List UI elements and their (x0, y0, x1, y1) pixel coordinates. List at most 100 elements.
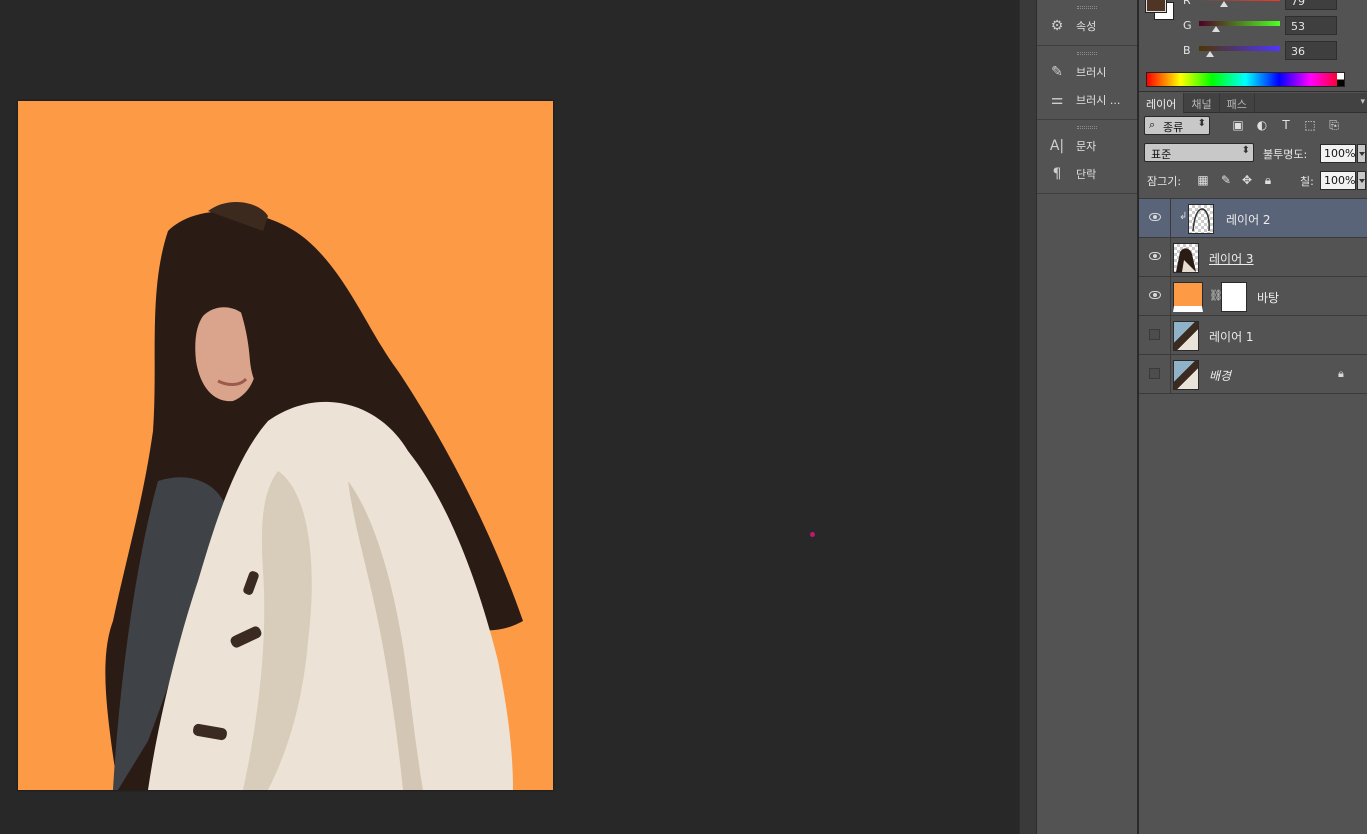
blend-row: 표준 불투명도: 100% (1144, 143, 1367, 165)
color-panel: R 79 G 53 B 36 (1139, 0, 1367, 92)
layer-thumbnail[interactable] (1173, 243, 1199, 273)
dock-item-label: 단락 (1076, 168, 1097, 181)
layer-thumbnail[interactable] (1173, 360, 1199, 390)
hair-outline-icon (1192, 208, 1210, 232)
opacity-field[interactable]: 100% (1320, 144, 1356, 163)
lock-image-icon[interactable]: ✎ (1219, 173, 1233, 187)
brush-icon: ✎ (1051, 64, 1063, 80)
color-row-r: R 79 (1183, 0, 1367, 11)
dock-item-label: 문자 (1076, 140, 1097, 153)
fill-layer-thumbnail[interactable] (1173, 282, 1203, 312)
dock-group-properties: ⚙ 속성 (1037, 0, 1137, 46)
filter-shape-icon[interactable]: ⬚ (1303, 118, 1317, 132)
r-value-field[interactable]: 79 (1285, 0, 1337, 10)
dock-grip[interactable] (1077, 126, 1097, 129)
layer-row[interactable]: 레이어 3 (1139, 238, 1367, 277)
lock-label: 잠그기: (1147, 175, 1182, 188)
fill-field[interactable]: 100% (1320, 171, 1356, 190)
layer-mask-thumbnail[interactable] (1221, 282, 1247, 312)
layer-thumbnail[interactable] (1188, 204, 1214, 234)
b-value-field[interactable]: 36 (1285, 41, 1337, 60)
dock-grip[interactable] (1077, 52, 1097, 55)
layer-row[interactable]: ↲ 레이어 2 (1139, 199, 1367, 238)
r-slider-knob[interactable] (1220, 1, 1228, 7)
color-row-g: G 53 (1183, 16, 1367, 36)
document-canvas[interactable] (18, 101, 553, 790)
dock-item-paragraph[interactable]: ¶ 단락 (1037, 160, 1137, 188)
eye-icon (1149, 252, 1161, 260)
panel-menu-icon[interactable]: ▾ (1360, 97, 1365, 107)
filter-kind-value: 종류 (1163, 121, 1184, 134)
filter-kind-select[interactable]: ⌕ 종류 (1144, 116, 1210, 135)
clipping-mask-icon: ↲ (1179, 211, 1188, 222)
fill-dropdown-button[interactable] (1357, 171, 1366, 190)
tab-layers[interactable]: 레이어 (1139, 93, 1185, 113)
filter-smart-object-icon[interactable]: ⎘ (1327, 118, 1341, 132)
foreground-color-swatch[interactable] (1145, 0, 1167, 13)
lock-transparent-icon[interactable]: ▦ (1196, 173, 1210, 187)
layer-row[interactable]: 배경 🔒︎ (1139, 355, 1367, 394)
brush-presets-icon: ⚌ (1050, 92, 1064, 108)
dock-item-character[interactable]: A| 문자 (1037, 132, 1137, 160)
visibility-toggle[interactable] (1139, 238, 1171, 276)
lock-all-icon[interactable]: 🔒︎ (1261, 173, 1275, 187)
character-icon: A| (1049, 138, 1065, 154)
g-slider-knob[interactable] (1212, 26, 1220, 32)
layer-row[interactable]: 레이어 1 (1139, 316, 1367, 355)
opacity-dropdown-button[interactable] (1357, 144, 1366, 163)
canvas-area[interactable] (0, 0, 1019, 834)
lock-position-icon[interactable]: ✥ (1240, 173, 1254, 187)
layer-name[interactable]: 배경 (1209, 367, 1231, 384)
dock-item-label: 브러시 ... (1076, 94, 1121, 107)
layer-row[interactable]: ⛓ 바탕 (1139, 277, 1367, 316)
properties-icon: ⚙ (1050, 18, 1064, 34)
filter-pixel-icon[interactable]: ▣ (1231, 118, 1245, 132)
channel-label: B (1183, 44, 1191, 57)
layer-name[interactable]: 레이어 1 (1209, 328, 1254, 345)
filter-adjustment-icon[interactable]: ◐ (1255, 118, 1269, 132)
b-slider-knob[interactable] (1206, 51, 1214, 57)
tab-channels[interactable]: 채널 (1184, 93, 1220, 113)
r-slider-track[interactable] (1199, 0, 1280, 1)
search-icon: ⌕ (1149, 118, 1156, 131)
layer-thumbnail[interactable] (1173, 321, 1199, 351)
layer-name[interactable]: 바탕 (1257, 289, 1279, 306)
portrait-image (105, 201, 523, 790)
dock-item-brush[interactable]: ✎ 브러시 (1037, 58, 1137, 86)
layer-name[interactable]: 레이어 2 (1226, 211, 1271, 228)
dock-item-label: 브러시 (1076, 66, 1107, 79)
tab-paths[interactable]: 패스 (1220, 93, 1255, 113)
channel-label: G (1183, 19, 1192, 32)
photoshop-window: ⚙ 속성 ✎ 브러시 ⚌ 브러시 ... A| 문자 ¶ 단락 R 79 G 5… (0, 0, 1367, 834)
layer-name[interactable]: 레이어 3 (1209, 250, 1254, 267)
visibility-toggle[interactable] (1139, 199, 1171, 237)
eye-icon (1149, 291, 1161, 299)
color-row-b: B 36 (1183, 41, 1367, 61)
hidden-box-icon (1149, 329, 1160, 340)
paragraph-icon: ¶ (1052, 166, 1062, 182)
layers-panel-tabs: 레이어 채널 패스 ▾ (1139, 93, 1367, 113)
layer-filter-row: ⌕ 종류 ▣ ◐ T ⬚ ⎘ (1144, 116, 1367, 136)
blend-mode-select[interactable]: 표준 (1144, 143, 1254, 162)
dock-grip[interactable] (1077, 6, 1097, 9)
dock-group-brush: ✎ 브러시 ⚌ 브러시 ... (1037, 46, 1137, 120)
layer-lock-icon: 🔒︎ (1338, 367, 1344, 380)
g-value-field[interactable]: 53 (1285, 16, 1337, 35)
eye-icon (1149, 213, 1161, 221)
opacity-label: 불투명도: (1263, 148, 1308, 161)
visibility-toggle[interactable] (1139, 355, 1171, 393)
layer-list: ↲ 레이어 2 레이어 3 ⛓ 바탕 레이어 1 배경 🔒︎ (1139, 198, 1367, 394)
color-spectrum-bar[interactable] (1146, 72, 1345, 87)
fill-label: 칠: (1300, 175, 1314, 188)
panel-dock: ⚙ 속성 ✎ 브러시 ⚌ 브러시 ... A| 문자 ¶ 단락 (1037, 0, 1138, 834)
dock-item-brush-presets[interactable]: ⚌ 브러시 ... (1037, 86, 1137, 114)
filter-type-icon[interactable]: T (1279, 118, 1293, 132)
layers-panel: 레이어 채널 패스 ▾ ⌕ 종류 ▣ ◐ T ⬚ ⎘ 표준 불투명도: 100% (1139, 93, 1367, 834)
lock-row: 잠그기: ▦ ✎ ✥ 🔒︎ 칠: 100% (1144, 170, 1367, 192)
panel-splitter[interactable] (1019, 0, 1037, 834)
visibility-toggle[interactable] (1139, 277, 1171, 315)
visibility-toggle[interactable] (1139, 316, 1171, 354)
hidden-box-icon (1149, 368, 1160, 379)
channel-label: R (1183, 0, 1191, 7)
dock-item-properties[interactable]: ⚙ 속성 (1037, 12, 1137, 40)
